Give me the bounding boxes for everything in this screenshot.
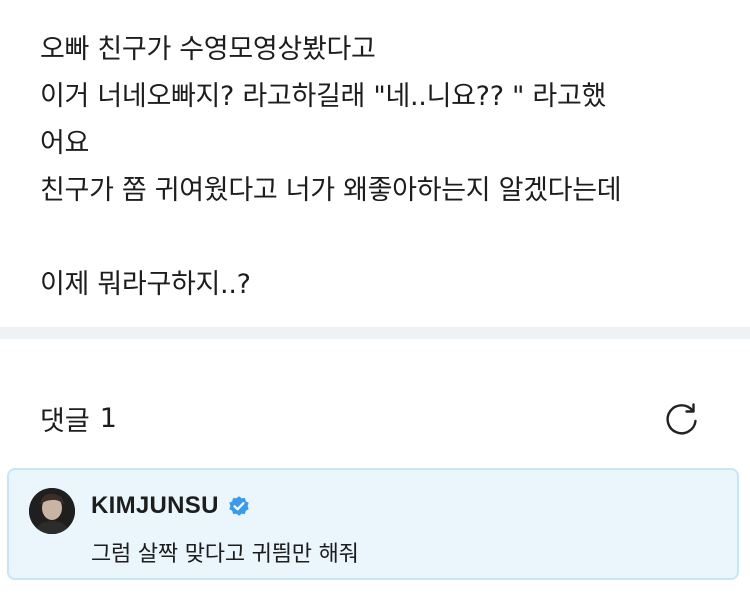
comment-item: KIMJUNSU 그럼 살짝 맞다고 귀띔만 해줘 — [7, 468, 739, 580]
comment-text: 그럼 살짝 맞다고 귀띔만 해줘 — [91, 542, 359, 567]
avatar[interactable] — [29, 488, 75, 534]
post-body: 오빠 친구가 수영모영상봤다고 이거 너네오빠지? 라고하길래 "네..니요??… — [40, 26, 730, 308]
refresh-icon — [666, 403, 697, 435]
comments-header: 댓글 1 — [40, 394, 117, 442]
post-line-blank — [40, 214, 730, 261]
comments-label: 댓글 — [40, 405, 90, 437]
verified-badge-icon — [227, 494, 251, 518]
post-line: 어요 — [40, 128, 90, 159]
post-line: 이거 너네오빠지? 라고하길래 "네..니요?? " 라고했 — [40, 81, 607, 112]
section-divider — [0, 327, 750, 339]
post-line: 친구가 쫌 귀여웠다고 너가 왜좋아하는지 알겠다는데 — [40, 175, 622, 206]
comment-author: KIMJUNSU — [91, 492, 251, 520]
refresh-button[interactable] — [660, 396, 704, 440]
avatar-image — [29, 488, 75, 534]
post-line: 이제 뭐라구하지..? — [40, 269, 251, 300]
comments-count: 1 — [99, 402, 117, 434]
post-line: 오빠 친구가 수영모영상봤다고 — [40, 34, 376, 65]
author-name[interactable]: KIMJUNSU — [91, 492, 219, 520]
